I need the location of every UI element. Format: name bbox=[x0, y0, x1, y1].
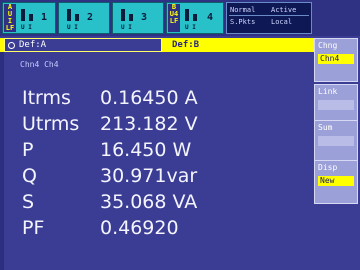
element-1-indicator[interactable]: A U I LF U I 1 bbox=[2, 2, 56, 34]
reading-value: 35.068 VA bbox=[100, 191, 198, 213]
current-channel-icon bbox=[129, 14, 133, 21]
element-4-number: 4 bbox=[207, 12, 214, 23]
softkey-link-title: Link bbox=[318, 87, 338, 96]
status-remote: Local bbox=[271, 18, 293, 26]
softkey-link-value bbox=[318, 100, 354, 110]
channel-subheader: Chn4 Ch4 bbox=[20, 60, 59, 69]
softkey-disp-value: New bbox=[318, 176, 354, 186]
element-3-indicator[interactable]: U I 3 bbox=[112, 2, 164, 34]
softkey-chng-title: Chng bbox=[318, 41, 338, 50]
status-state: Active bbox=[271, 6, 297, 14]
reading-value: 0.46920 bbox=[100, 217, 179, 239]
mode-status-box: Normal Active S.Pkts Local bbox=[226, 2, 312, 34]
reading-value: 16.450 W bbox=[100, 139, 192, 161]
reading-label: Q bbox=[22, 165, 37, 187]
current-channel-icon bbox=[75, 14, 79, 21]
element-4-indicator[interactable]: B U4 LF U I 4 bbox=[166, 2, 224, 34]
current-channel-icon bbox=[29, 14, 33, 21]
element-4-side-label: B U4 LF bbox=[168, 4, 180, 32]
softkey-sum-value bbox=[318, 136, 354, 146]
tab-def-b[interactable]: Def:B bbox=[168, 38, 312, 52]
tab-def-b-label: Def:B bbox=[172, 40, 200, 50]
radio-selected-icon bbox=[8, 42, 15, 49]
element-2-number: 2 bbox=[87, 12, 94, 23]
element-3-number: 3 bbox=[141, 12, 148, 23]
softkey-disp-title: Disp bbox=[318, 163, 338, 172]
panel-left-edge bbox=[0, 52, 4, 270]
element-1-number: 1 bbox=[41, 12, 48, 23]
softkey-chng[interactable]: Chng Chn4 bbox=[314, 38, 358, 82]
voltage-channel-icon bbox=[185, 9, 189, 21]
reading-label: P bbox=[22, 139, 34, 161]
reading-value: 30.971var bbox=[100, 165, 198, 187]
reading-value: 0.16450 A bbox=[100, 87, 198, 109]
softkey-sum-title: Sum bbox=[318, 123, 333, 132]
voltage-channel-icon bbox=[21, 9, 25, 21]
element-1-side-label: A U I LF bbox=[4, 3, 16, 32]
reading-value: 213.182 V bbox=[100, 113, 198, 135]
reading-label: Utrms bbox=[22, 113, 80, 135]
tab-def-a-label: Def:A bbox=[19, 40, 47, 50]
element-status-bar: AUILF U I 1 U I 2 U I 3 BU4LF U I 4 bbox=[0, 0, 360, 36]
reading-label: PF bbox=[22, 217, 45, 239]
element-2-indicator[interactable]: U I 2 bbox=[58, 2, 110, 34]
reading-label: Itrms bbox=[22, 87, 71, 109]
current-channel-icon bbox=[193, 14, 197, 21]
tab-def-a[interactable]: Def:A bbox=[4, 38, 162, 52]
instrument-screen: AUILF U I 1 U I 2 U I 3 BU4LF U I 4 bbox=[0, 0, 360, 270]
reading-label: S bbox=[22, 191, 35, 213]
voltage-channel-icon bbox=[121, 9, 125, 21]
softkey-chng-value: Chn4 bbox=[318, 54, 354, 64]
softkey-disp[interactable]: Disp New bbox=[314, 160, 358, 204]
status-sync: S.Pkts bbox=[230, 18, 256, 26]
status-mode: Normal bbox=[230, 6, 256, 14]
voltage-channel-icon bbox=[67, 9, 71, 21]
softkey-sum[interactable]: Sum bbox=[314, 120, 358, 164]
